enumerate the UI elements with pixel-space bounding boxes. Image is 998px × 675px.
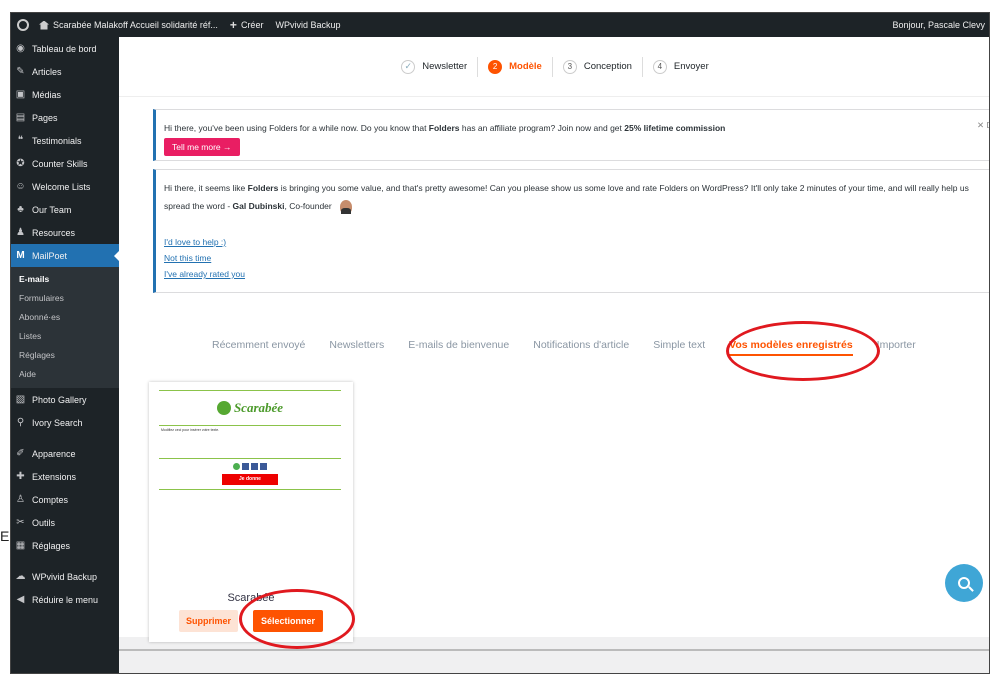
menu-wpvivid-backup[interactable]: ☁ WPvivid Backup	[11, 565, 119, 588]
menu-tableau-de-bord[interactable]: ◉ Tableau de bord	[11, 37, 119, 60]
wpvivid-link[interactable]: WPvivid Backup	[269, 20, 346, 30]
donate-button-preview: Je donne	[222, 474, 278, 485]
bottom-scrollbar	[119, 649, 989, 651]
admin-bar: Scarabée Malakoff Accueil solidarité réf…	[11, 13, 989, 37]
screenshot-frame: Scarabée Malakoff Accueil solidarité réf…	[10, 12, 990, 674]
menu-extensions[interactable]: ✚ Extensions	[11, 465, 119, 488]
facebook-icon	[242, 463, 249, 470]
wordpress-logo-icon[interactable]	[13, 13, 33, 37]
team-icon: ♣	[17, 204, 24, 215]
pin-icon: ✎	[16, 66, 25, 77]
search-help-button[interactable]	[945, 564, 983, 602]
not-this-time-link[interactable]: Not this time	[164, 250, 245, 266]
scarabee-logo: Scarabée	[159, 391, 341, 425]
counter-icon: ✪	[16, 158, 25, 169]
collapse-icon: ◀	[16, 594, 25, 605]
menu-pages[interactable]: ▤ Pages	[11, 106, 119, 129]
instagram-icon	[260, 463, 267, 470]
menu-comptes[interactable]: ♙ Comptes	[11, 488, 119, 511]
wizard-steps: ✓ Newsletter 2 Modèle 3 Conception 4 Envoyer	[119, 37, 989, 97]
home-icon	[39, 20, 49, 30]
step-modele[interactable]: 2 Modèle	[478, 56, 553, 77]
tab-simple-text[interactable]: Simple text	[653, 339, 705, 356]
tab-newsletters[interactable]: Newsletters	[329, 339, 384, 356]
stray-glyph: E	[0, 528, 10, 544]
tell-me-more-button[interactable]: Tell me more →	[164, 138, 240, 156]
menu-counter-skills[interactable]: ✪ Counter Skills	[11, 152, 119, 175]
submenu-listes[interactable]: Listes	[11, 327, 119, 346]
menu-articles[interactable]: ✎ Articles	[11, 60, 119, 83]
check-icon: ✓	[401, 59, 416, 74]
menu-medias[interactable]: ▣ Médias	[11, 83, 119, 106]
menu-welcome-lists[interactable]: ☺ Welcome Lists	[11, 175, 119, 198]
menu-apparence[interactable]: ✐ Apparence	[11, 442, 119, 465]
media-icon: ▣	[15, 89, 26, 100]
annotation-circle-tab	[726, 321, 880, 381]
search-icon: ⚲	[16, 417, 25, 428]
wrench-icon: ✂	[16, 517, 25, 528]
menu-photo-gallery[interactable]: ▧ Photo Gallery	[11, 388, 119, 411]
plus-icon: +	[229, 18, 237, 32]
brush-icon: ✐	[16, 448, 25, 459]
template-thumbnail[interactable]: Scarabée Modifiez ceci pour insérer votr…	[159, 390, 341, 538]
dashboard-icon: ◉	[16, 43, 25, 54]
menu-our-team[interactable]: ♣ Our Team	[11, 198, 119, 221]
user-icon: ♙	[16, 494, 25, 505]
step-newsletter[interactable]: ✓ Newsletter	[391, 56, 479, 77]
menu-reduire[interactable]: ◀ Réduire le menu	[11, 588, 119, 611]
dismiss-button[interactable]: ✕ Dismis	[977, 120, 989, 131]
tab-recent[interactable]: Récemment envoyé	[212, 339, 305, 356]
rating-links: I'd love to help :) Not this time I've a…	[164, 234, 245, 282]
rating-notice: Hi there, it seems like Folders is bring…	[153, 169, 989, 293]
page-icon: ▤	[15, 112, 26, 123]
main-content: ✓ Newsletter 2 Modèle 3 Conception 4 Envoyer…	[119, 37, 989, 673]
submenu-emails[interactable]: E-mails	[11, 270, 119, 289]
step-envoyer[interactable]: 4 Envoyer	[643, 57, 719, 77]
menu-testimonials[interactable]: ❝ Testimonials	[11, 129, 119, 152]
admin-sidebar: ◉ Tableau de bord ✎ Articles ▣ Médias ▤ Page…	[11, 37, 120, 673]
tab-import[interactable]: Importer	[877, 339, 916, 356]
new-content-link[interactable]: + Créer	[224, 18, 270, 32]
menu-ivory-search[interactable]: ⚲ Ivory Search	[11, 411, 119, 434]
plugin-icon: ✚	[16, 471, 25, 482]
website-icon	[233, 463, 240, 470]
tab-notifications[interactable]: Notifications d'article	[533, 339, 629, 356]
already-rated-link[interactable]: I've already rated you	[164, 266, 245, 282]
resources-icon: ♟	[16, 227, 25, 238]
submenu-aide[interactable]: Aide	[11, 365, 119, 384]
menu-mailpoet[interactable]: M MailPoet	[11, 244, 120, 267]
settings-icon: ▦	[15, 540, 26, 551]
social-icons	[159, 463, 341, 470]
cloud-icon: ☁	[15, 571, 26, 582]
avatar	[339, 199, 352, 214]
user-greeting[interactable]: Bonjour, Pascale Clevy	[886, 20, 989, 30]
mailpoet-submenu: E-mails Formulaires Abonné·es Listes Rég…	[11, 267, 119, 388]
mailpoet-icon: M	[16, 250, 25, 261]
site-name-link[interactable]: Scarabée Malakoff Accueil solidarité réf…	[33, 20, 224, 30]
beetle-icon	[216, 401, 231, 415]
love-to-help-link[interactable]: I'd love to help :)	[164, 234, 245, 250]
gallery-icon: ▧	[15, 394, 26, 405]
facebook-icon	[251, 463, 258, 470]
menu-resources[interactable]: ♟ Resources	[11, 221, 119, 244]
affiliate-notice: Hi there, you've been using Folders for …	[153, 109, 989, 161]
step-conception[interactable]: 3 Conception	[553, 56, 643, 77]
menu-reglages[interactable]: ▦ Réglages	[11, 534, 119, 557]
quote-icon: ❝	[17, 135, 24, 146]
menu-outils[interactable]: ✂ Outils	[11, 511, 119, 534]
search-icon	[958, 577, 970, 589]
submenu-reglages[interactable]: Réglages	[11, 346, 119, 365]
tab-welcome[interactable]: E-mails de bienvenue	[408, 339, 509, 356]
submenu-formulaires[interactable]: Formulaires	[11, 289, 119, 308]
delete-button[interactable]: Supprimer	[179, 610, 239, 632]
annotation-circle-select	[239, 589, 355, 649]
list-icon: ☺	[15, 181, 26, 192]
submenu-abonnes[interactable]: Abonné·es	[11, 308, 119, 327]
